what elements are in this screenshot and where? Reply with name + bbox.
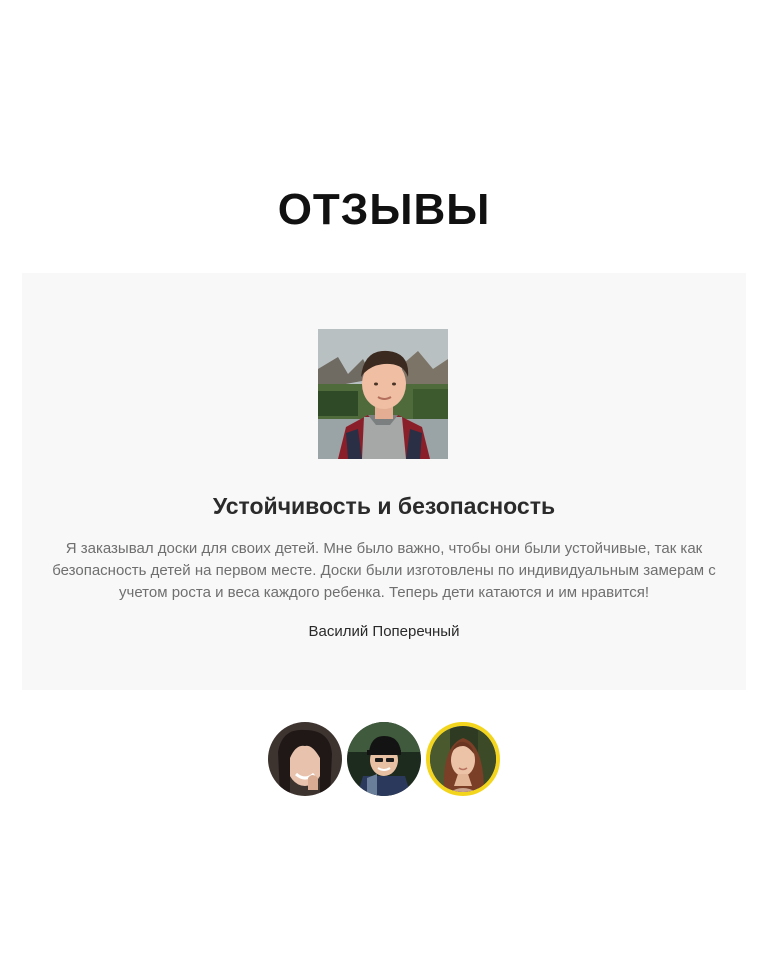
section-title: ОТЗЫВЫ xyxy=(277,185,491,234)
review-heading: Устойчивость и безопасность xyxy=(212,493,556,519)
review-text: Я заказывал доски для своих детей. Мне б… xyxy=(52,540,716,601)
reviewer-selector xyxy=(268,722,500,796)
reviewer-thumb-3-active[interactable] xyxy=(426,722,500,796)
reviewer-thumb-2[interactable] xyxy=(347,722,421,796)
review-author: Василий Поперечный xyxy=(308,623,460,640)
review-card: Устойчивость и безопасность Я заказывал … xyxy=(22,273,746,690)
reviewer-thumb-1[interactable] xyxy=(268,722,342,796)
reviewer-photo xyxy=(318,329,448,459)
